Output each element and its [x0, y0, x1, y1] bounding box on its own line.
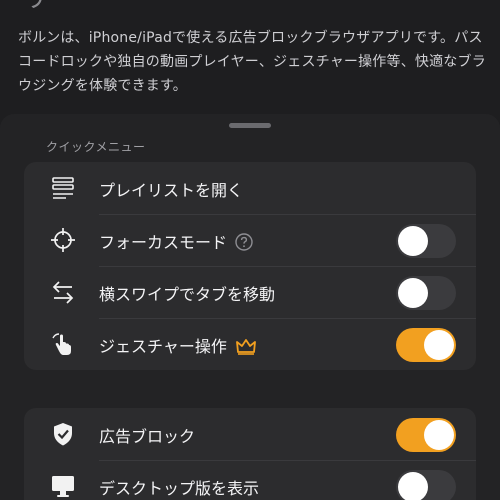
swap-arrows-icon [52, 281, 74, 304]
menu-item-focus-mode: フォーカスモード [24, 214, 476, 266]
toggle-knob [398, 226, 428, 256]
menu-item-label: プレイリストを開く [99, 181, 244, 200]
settings-group: 広告ブロック デスクトップ版を表示 [24, 408, 476, 500]
toggle-knob [398, 278, 428, 308]
toggle-knob [424, 420, 454, 450]
toggle-knob [398, 472, 428, 500]
focus-mode-toggle[interactable] [396, 224, 456, 258]
desktop-icon [52, 476, 74, 497]
menu-item-desktop-view: デスクトップ版を表示 [24, 460, 476, 500]
desktop-view-toggle[interactable] [396, 470, 456, 500]
menu-item-open-playlist[interactable]: プレイリストを開く [24, 162, 476, 214]
playlist-icon [52, 177, 74, 199]
shield-check-icon [54, 423, 72, 446]
page-title-fragment: リ [22, 0, 48, 12]
hand-tap-icon [52, 333, 71, 355]
menu-item-label: フォーカスモード [99, 229, 253, 253]
section-title: クイックメニュー [46, 140, 146, 154]
menu-item-label: デスクトップ版を表示 [99, 479, 260, 498]
menu-item-label: 横スワイプでタブを移動 [99, 285, 276, 304]
menu-item-swipe-tabs: 横スワイプでタブを移動 [24, 266, 476, 318]
menu-item-ad-block: 広告ブロック [24, 408, 476, 460]
swipe-tabs-toggle[interactable] [396, 276, 456, 310]
quick-menu-sheet: クイックメニュー プレイリストを開く フォーカスモード 横スワイプでタブを移動 … [0, 114, 500, 500]
menu-item-gesture: ジェスチャー操作 [24, 318, 476, 370]
gesture-toggle[interactable] [396, 328, 456, 362]
help-icon[interactable] [235, 233, 253, 251]
crown-icon [235, 339, 256, 355]
menu-item-label: 広告ブロック [99, 427, 196, 446]
quick-menu-group: プレイリストを開く フォーカスモード 横スワイプでタブを移動 ジェスチャー操作 [24, 162, 476, 370]
menu-item-label: ジェスチャー操作 [99, 333, 257, 357]
sheet-grabber[interactable] [229, 123, 271, 128]
ad-block-toggle[interactable] [396, 418, 456, 452]
crosshair-icon [51, 228, 75, 252]
background-page: リ ボルンは、iPhone/iPadで使える広告ブロックブラウザアプリです。パス… [0, 0, 500, 130]
screen: リ ボルンは、iPhone/iPadで使える広告ブロックブラウザアプリです。パス… [0, 0, 500, 500]
toggle-knob [424, 330, 454, 360]
app-description: ボルンは、iPhone/iPadで使える広告ブロックブラウザアプリです。パスコー… [18, 30, 486, 94]
